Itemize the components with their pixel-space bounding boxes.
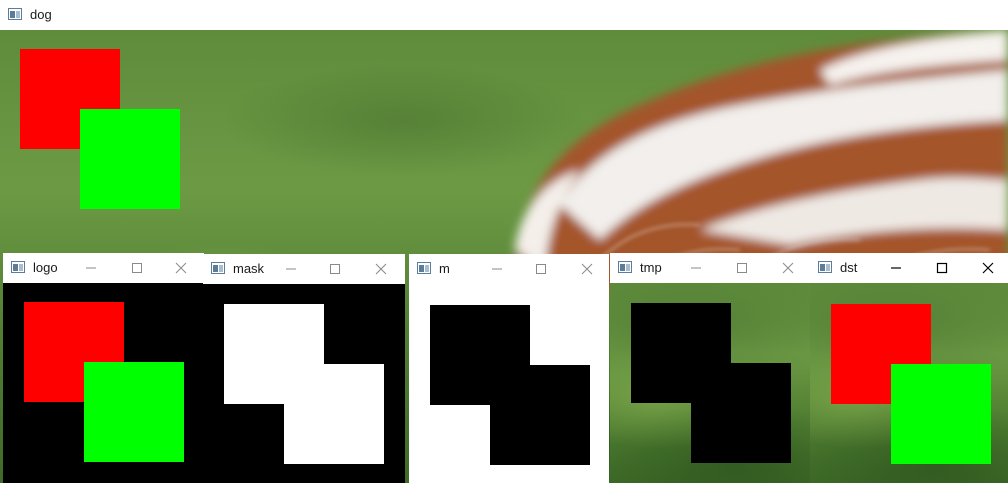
green-square: [84, 362, 184, 462]
window-title-mask: mask: [233, 261, 265, 276]
opencv-window-icon: [211, 262, 225, 274]
maximize-icon: [330, 264, 340, 274]
titlebar-mask[interactable]: mask: [203, 254, 405, 284]
titlebar-tmp[interactable]: tmp: [610, 253, 810, 283]
close-icon: [581, 263, 593, 275]
opencv-window-icon: [8, 8, 22, 20]
opencv-window-icon: [11, 261, 25, 273]
minimize-button[interactable]: [71, 253, 111, 283]
window-title-tmp: tmp: [640, 260, 662, 275]
close-icon: [375, 263, 387, 275]
maximize-icon: [936, 262, 948, 274]
minimize-icon: [86, 267, 96, 269]
titlebar-dst[interactable]: dst: [810, 253, 1008, 283]
maximize-icon: [737, 263, 747, 273]
window-title-dst: dst: [840, 260, 858, 275]
opencv-window-icon: [818, 261, 832, 273]
minimize-button[interactable]: [676, 253, 716, 283]
image-canvas-mask: [203, 284, 405, 483]
image-canvas-logo: [3, 283, 204, 483]
window-title-logo: logo: [33, 260, 58, 275]
minimize-button[interactable]: [271, 254, 311, 284]
minimize-icon: [492, 268, 502, 270]
window-tmp: tmp: [610, 253, 810, 483]
maximize-button[interactable]: [315, 254, 355, 284]
window-dst: dst: [810, 253, 1008, 483]
maximize-button[interactable]: [722, 253, 762, 283]
window-mask: mask: [203, 254, 405, 483]
green-square: [891, 364, 991, 464]
image-canvas-dst: [810, 283, 1008, 483]
minimize-icon: [891, 267, 901, 269]
opencv-window-icon: [417, 262, 431, 274]
maximize-button[interactable]: [922, 253, 962, 283]
close-button[interactable]: [161, 253, 201, 283]
titlebar-dog[interactable]: dog: [0, 0, 1008, 30]
white-square: [284, 364, 384, 464]
green-square: [80, 109, 180, 209]
close-button[interactable]: [567, 254, 607, 284]
minimize-button[interactable]: [477, 254, 517, 284]
close-button[interactable]: [768, 253, 808, 283]
black-square: [490, 365, 590, 465]
close-icon: [782, 262, 794, 274]
opencv-window-icon: [618, 261, 632, 273]
window-logo: logo: [3, 253, 204, 483]
maximize-icon: [132, 263, 142, 273]
minimize-button[interactable]: [876, 253, 916, 283]
window-title-m: m: [439, 261, 450, 276]
image-canvas-m: [409, 284, 609, 483]
window-title-dog: dog: [30, 7, 52, 22]
image-canvas-tmp: [610, 283, 810, 483]
close-button[interactable]: [968, 253, 1008, 283]
maximize-icon: [536, 264, 546, 274]
close-icon: [175, 262, 187, 274]
close-icon: [982, 262, 994, 274]
close-button[interactable]: [361, 254, 401, 284]
black-square: [691, 363, 791, 463]
titlebar-m[interactable]: m: [409, 254, 609, 284]
window-m: m: [409, 254, 609, 483]
titlebar-logo[interactable]: logo: [3, 253, 204, 283]
minimize-icon: [286, 268, 296, 270]
minimize-icon: [691, 267, 701, 269]
maximize-button[interactable]: [117, 253, 157, 283]
maximize-button[interactable]: [521, 254, 561, 284]
